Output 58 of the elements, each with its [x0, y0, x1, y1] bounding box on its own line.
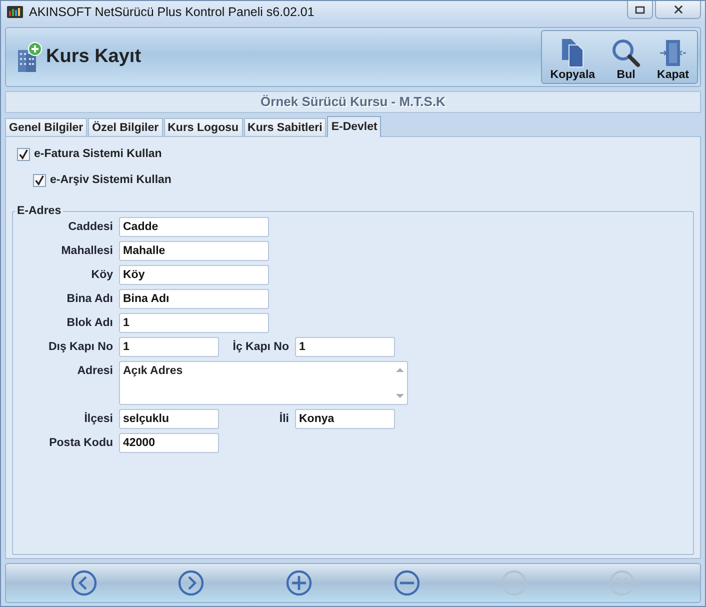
field-label: Bina Adı: [66, 292, 114, 307]
input-field[interactable]: Köy: [119, 265, 269, 285]
nav-button[interactable]: [394, 570, 420, 596]
nav-button[interactable]: [286, 570, 312, 596]
building-add-icon: [16, 42, 42, 72]
field-label: Caddesi: [67, 220, 114, 235]
maximize-button[interactable]: [627, 1, 653, 19]
input-field[interactable]: 1: [119, 337, 219, 357]
tab[interactable]: Kurs Logosu: [164, 118, 243, 136]
chevron-right-icon: [178, 570, 204, 596]
field-label: İlçesi: [83, 411, 114, 427]
checkbox-label: e-Fatura Sistemi Kullan: [34, 148, 162, 160]
copy-icon: [560, 38, 586, 68]
tab[interactable]: Kurs Sabitleri: [244, 118, 326, 136]
maximize-icon: [635, 6, 645, 14]
checkbox[interactable]: [33, 174, 46, 186]
close-icon: [609, 570, 636, 596]
toolbar-button[interactable]: Kopyala: [542, 31, 604, 83]
minus-icon: [394, 570, 420, 596]
field-label: Köy: [90, 268, 114, 283]
field-label: Mahallesi: [60, 244, 114, 259]
group-title: E-Adres: [16, 205, 62, 217]
window-title: AKINSOFT NetSürücü Plus Kontrol Paneli s6.02.01: [29, 5, 314, 19]
page-title: Kurs Kayıt: [46, 46, 142, 68]
tab[interactable]: Genel Bilgiler: [5, 118, 88, 136]
tab[interactable]: Özel Bilgiler: [88, 118, 163, 136]
close-icon: [674, 5, 682, 14]
door-icon: [660, 38, 686, 68]
plus-icon: [286, 570, 312, 596]
field-label: İç Kapı No: [232, 339, 290, 355]
input-field[interactable]: 42000: [119, 433, 219, 453]
field-label: Posta Kodu: [48, 436, 114, 451]
input-field[interactable]: 1: [295, 337, 395, 357]
field-label: Dış Kapı No: [47, 340, 114, 355]
checkbox-label: e-Arşiv Sistemi Kullan: [50, 174, 172, 186]
field-label: İli: [278, 411, 290, 427]
tab[interactable]: E-Devlet: [327, 116, 382, 137]
field-label: Adresi: [76, 364, 114, 379]
nav-button[interactable]: [70, 570, 97, 596]
input-field[interactable]: Cadde: [119, 217, 269, 237]
toolbar-button[interactable]: Kapat: [649, 31, 697, 83]
input-field[interactable]: 1: [119, 313, 269, 333]
input-field[interactable]: selçuklu: [119, 409, 219, 429]
company-bar: Örnek Sürücü Kursu - M.T.S.K: [5, 91, 701, 113]
chevron-left-icon: [70, 570, 97, 596]
checkbox[interactable]: [17, 148, 30, 160]
nav-button[interactable]: [178, 570, 204, 596]
chevron-down-icon: [501, 570, 528, 596]
field-label: Blok Adı: [66, 316, 114, 331]
scrollbar-icon: [396, 367, 404, 399]
toolbar-button[interactable]: Bul: [603, 31, 650, 83]
address-field[interactable]: Açık Adres: [119, 361, 408, 405]
app-icon: [7, 6, 23, 18]
input-field[interactable]: Bina Adı: [119, 289, 269, 309]
input-field[interactable]: Mahalle: [119, 241, 269, 261]
search-icon: [611, 38, 642, 68]
close-button[interactable]: [655, 1, 701, 19]
input-field[interactable]: Konya: [295, 409, 395, 429]
